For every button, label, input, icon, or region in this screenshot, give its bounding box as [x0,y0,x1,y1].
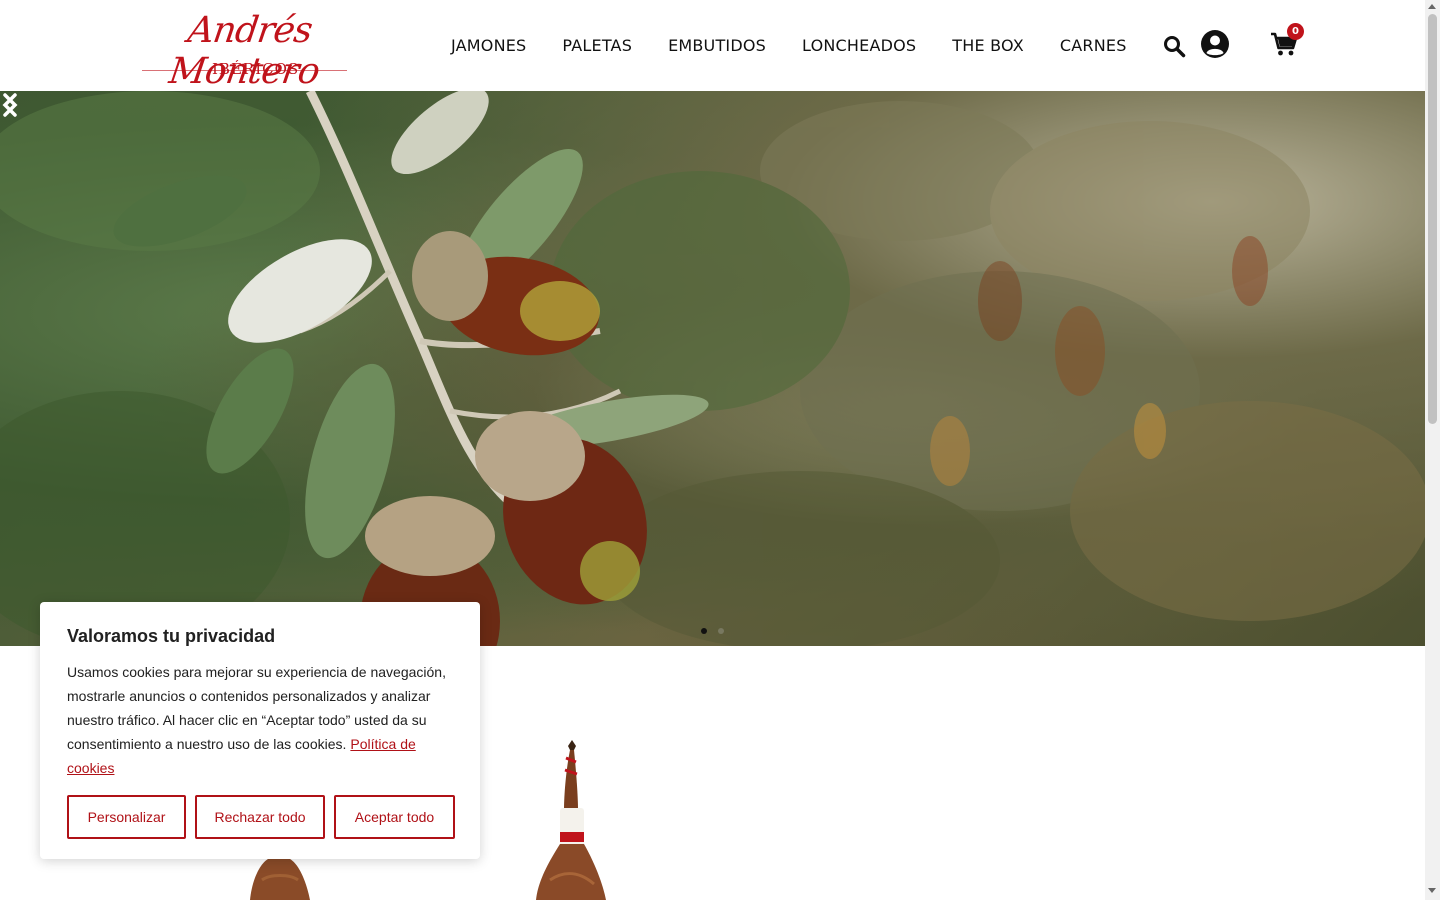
brand-logo[interactable]: Andrés Montero IBÉRICOS [142,8,352,92]
site-header: Andrés Montero IBÉRICOS JAMONES PALETAS … [0,0,1425,92]
cookie-dialog-text: Usamos cookies para mejorar su experienc… [67,660,457,780]
account-icon[interactable] [1200,29,1230,59]
customize-button[interactable]: Personalizar [67,795,186,839]
scroll-up-arrow[interactable] [1428,4,1436,9]
page-scrollbar[interactable] [1425,0,1440,900]
nav-item-loncheados[interactable]: LONCHEADOS [802,36,916,55]
cookie-dialog-title: Valoramos tu privacidad [67,626,276,646]
main-nav: JAMONES PALETAS EMBUTIDOS LONCHEADOS THE… [451,36,1163,55]
slider-next-arrow[interactable] [0,91,20,119]
hero-image [0,91,1425,646]
search-icon[interactable] [1162,34,1186,58]
reject-all-button[interactable]: Rechazar todo [195,795,325,839]
brand-logo-subtitle: IBÉRICOS [212,60,300,78]
cart-count-badge: 0 [1287,23,1304,40]
cookie-consent-dialog: Valoramos tu privacidad Usamos cookies p… [40,602,480,859]
slider-dot-1[interactable] [701,628,707,634]
brand-logo-script: Andrés Montero [166,10,322,92]
slider-pagination [701,628,735,634]
hero-slider[interactable] [0,91,1425,646]
nav-item-carnes[interactable]: CARNES [1060,36,1127,55]
accept-all-button[interactable]: Aceptar todo [334,795,455,839]
nav-item-embutidos[interactable]: EMBUTIDOS [668,36,766,55]
scroll-thumb[interactable] [1428,14,1437,424]
nav-item-paletas[interactable]: PALETAS [562,36,632,55]
nav-item-the-box[interactable]: THE BOX [952,36,1024,55]
scroll-down-arrow[interactable] [1428,888,1436,893]
slider-dot-2[interactable] [718,628,724,634]
cookie-dialog-actions: Personalizar Rechazar todo Aceptar todo [67,795,464,839]
nav-item-jamones[interactable]: JAMONES [451,36,526,55]
product-image-ham-leg[interactable] [530,740,610,900]
